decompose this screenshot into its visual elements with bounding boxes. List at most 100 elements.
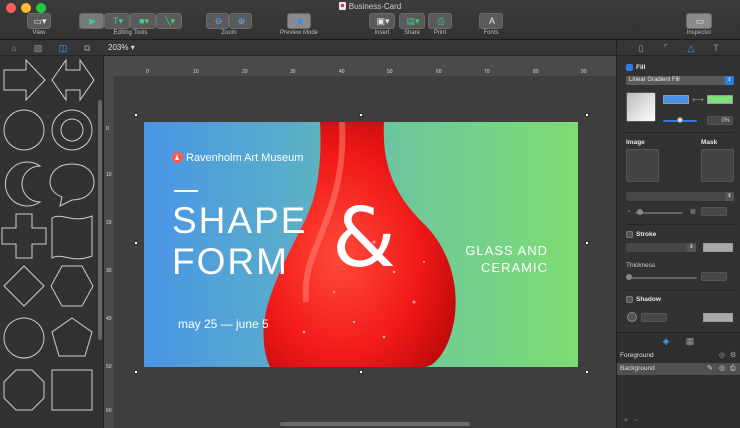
selection-handle[interactable] xyxy=(359,370,363,374)
cross-shape[interactable] xyxy=(1,213,47,259)
square-shape[interactable] xyxy=(51,369,93,411)
select-tool-button[interactable]: ▶ xyxy=(79,13,104,29)
style-inspector-icon[interactable]: △ xyxy=(685,42,697,54)
stroke-style-select[interactable]: ⇕ xyxy=(626,243,696,252)
image-mode-select[interactable]: ⇕ xyxy=(626,192,734,201)
inspector-panel: ▯ ⌜ △ T Fill Linear Gradient Fill ⇕ ⟷ 0%… xyxy=(616,40,740,428)
thickness-field[interactable] xyxy=(701,272,727,281)
preview-mode-button[interactable]: ◉ xyxy=(287,13,311,29)
zoom-in-button[interactable]: ⊕ xyxy=(229,13,252,29)
text-inspector-icon[interactable]: T xyxy=(710,42,722,54)
document-inspector-icon[interactable]: ▯ xyxy=(635,42,647,54)
line-tool-button[interactable]: ╲▾ xyxy=(156,13,182,29)
print-button[interactable]: ⎙ xyxy=(428,13,452,29)
octagon-shape[interactable] xyxy=(3,369,45,411)
selection-handle[interactable] xyxy=(134,113,138,117)
gradient-preview[interactable] xyxy=(626,92,656,122)
gradient-angle-field[interactable]: 0% xyxy=(707,116,733,125)
sidebar-scrollbar[interactable] xyxy=(98,100,102,340)
ruler-tick-label: 50 xyxy=(387,69,393,75)
layers-icon[interactable]: ◈ xyxy=(659,334,673,348)
image-well[interactable] xyxy=(626,149,659,182)
layer-background[interactable]: Background ✎ ◎ ⎙ xyxy=(617,363,740,375)
selection-handle[interactable] xyxy=(134,370,138,374)
wave-shape[interactable] xyxy=(51,215,93,260)
zoom-level-dropdown[interactable]: 203% ▾ xyxy=(108,42,135,54)
selection-handle[interactable] xyxy=(585,113,589,117)
title-form[interactable]: FORM xyxy=(172,243,289,281)
insert-button[interactable]: ▣▾ xyxy=(369,13,395,29)
canvas-horizontal-scrollbar[interactable] xyxy=(280,422,470,426)
eye-icon[interactable]: ◎ xyxy=(719,363,725,375)
zoom-in-icon: ⊕ xyxy=(237,16,246,26)
ruler-tick-label: 30 xyxy=(106,268,112,274)
selection-handle[interactable] xyxy=(585,370,589,374)
stroke-checkbox[interactable] xyxy=(626,231,633,238)
view-button[interactable]: ▭▾ xyxy=(27,13,51,29)
shadow-offset-field[interactable] xyxy=(641,313,667,322)
ampersand[interactable]: & xyxy=(332,194,396,284)
inspector-button[interactable]: ▭ xyxy=(686,13,712,29)
thickness-knob[interactable] xyxy=(626,274,632,280)
shadow-color-swatch[interactable] xyxy=(703,313,733,322)
image-opacity-knob[interactable] xyxy=(637,209,643,215)
swap-arrows-icon[interactable]: ⟷ xyxy=(691,93,705,107)
hexagon-shape[interactable] xyxy=(50,265,94,307)
gradient-slider-knob[interactable] xyxy=(677,117,683,123)
mask-well[interactable] xyxy=(701,149,734,182)
canvas-zoom-bar: 203% ▾ xyxy=(104,40,616,56)
shapes-library-icon[interactable]: ◫ xyxy=(57,42,69,54)
home-icon[interactable]: ⌂ xyxy=(8,42,20,54)
stroke-color-swatch[interactable] xyxy=(703,243,733,252)
fonts-button[interactable]: A xyxy=(479,13,503,29)
arrow-right-shape[interactable] xyxy=(3,58,46,102)
glass-line: GLASS AND xyxy=(465,243,548,258)
zoom-out-button[interactable]: ⊖ xyxy=(206,13,229,29)
circle-shape-2[interactable] xyxy=(3,317,45,359)
layer-foreground[interactable]: Foreground ◎ ⚙ xyxy=(617,350,740,362)
print-layer-icon[interactable]: ⎙ xyxy=(730,363,736,375)
print-label: Print xyxy=(433,30,447,36)
ruler-tick-label: 50 xyxy=(106,364,112,370)
ruler-tick-label: 60 xyxy=(106,408,112,414)
business-card[interactable]: Ravenholm Art Museum SHAPE FORM & GLASS … xyxy=(144,122,578,367)
selection-handle[interactable] xyxy=(134,241,138,245)
fill-type-select[interactable]: Linear Gradient Fill ⇕ xyxy=(626,76,734,85)
add-layer-icon[interactable]: + xyxy=(621,413,631,427)
ring-shape[interactable] xyxy=(51,109,93,151)
fonts-icon: A xyxy=(488,16,495,26)
crescent-shape[interactable] xyxy=(4,161,42,207)
tile-icon[interactable]: ▦ xyxy=(689,205,697,219)
diamond-shape[interactable] xyxy=(3,265,45,307)
shape-tool-button[interactable]: ■▾ xyxy=(130,13,156,29)
image-scale-field[interactable] xyxy=(701,207,727,216)
double-arrow-shape[interactable] xyxy=(51,58,95,102)
selection-handle[interactable] xyxy=(585,241,589,245)
circle-shape[interactable] xyxy=(3,109,45,151)
museum-name[interactable]: Ravenholm Art Museum xyxy=(172,152,303,164)
fill-checkbox[interactable] xyxy=(626,64,633,71)
app-window: Business-Card ▭▾ View ▶ T▾ ■▾ ╲▾ Editing… xyxy=(0,0,740,428)
text-tool-button[interactable]: T▾ xyxy=(104,13,130,29)
gradient-end-swatch[interactable] xyxy=(707,95,733,104)
shadow-checkbox[interactable] xyxy=(626,296,633,303)
thickness-slider[interactable] xyxy=(627,277,697,279)
pencil-icon[interactable]: ✎ xyxy=(707,363,713,375)
gear-icon[interactable]: ⚙ xyxy=(730,350,736,362)
selection-handle[interactable] xyxy=(359,113,363,117)
remove-layer-icon[interactable]: − xyxy=(631,413,641,427)
title-shape[interactable]: SHAPE xyxy=(172,202,307,240)
glass-and-ceramic[interactable]: GLASS AND CERAMIC xyxy=(465,242,548,276)
grid-icon[interactable]: ▦ xyxy=(683,334,697,348)
share-button[interactable]: ▤▾ xyxy=(399,13,425,29)
shadow-angle-dial[interactable] xyxy=(627,312,637,322)
layout-inspector-icon[interactable]: ⌜ xyxy=(660,42,672,54)
share-icon: ▤▾ xyxy=(406,16,420,26)
pentagon-shape[interactable] xyxy=(51,317,93,357)
image-library-icon[interactable]: ▨ xyxy=(32,42,44,54)
gradient-start-swatch[interactable] xyxy=(663,95,689,104)
speech-bubble-shape[interactable] xyxy=(49,163,95,207)
layers-library-icon[interactable]: ⧉ xyxy=(81,42,93,54)
exhibit-dates[interactable]: may 25 — june 5 xyxy=(178,317,269,331)
eye-icon[interactable]: ◎ xyxy=(719,350,725,362)
